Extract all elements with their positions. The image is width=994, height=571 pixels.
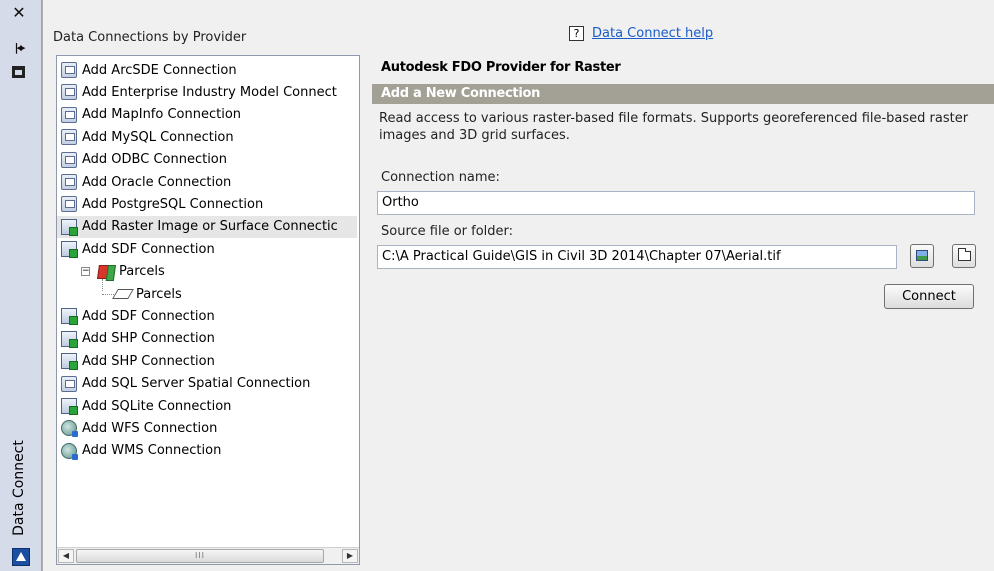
- scrollbar-thumb[interactable]: III: [76, 549, 324, 563]
- database-icon: [61, 84, 77, 101]
- tree-item[interactable]: Add SHP Connection: [57, 328, 357, 350]
- connect-button[interactable]: Connect: [884, 284, 974, 309]
- providers-heading: Data Connections by Provider: [53, 30, 247, 45]
- provider-description: Read access to various raster-based file…: [379, 111, 969, 143]
- close-icon[interactable]: ✕: [10, 4, 28, 22]
- file-icon: [61, 353, 78, 371]
- tree-item-label: Parcels: [136, 286, 182, 302]
- tree-item[interactable]: Add WFS Connection: [57, 417, 357, 439]
- collapse-icon[interactable]: −: [81, 267, 90, 277]
- scroll-left-icon[interactable]: ◀: [58, 549, 74, 563]
- globe-icon: [61, 420, 78, 438]
- database-icon: [61, 129, 77, 146]
- globe-icon: [61, 442, 78, 460]
- scroll-right-icon[interactable]: ▶: [342, 549, 358, 563]
- layer-icon: [97, 264, 115, 279]
- source-file-label: Source file or folder:: [381, 224, 514, 239]
- tree-item-label: Add SDF Connection: [82, 241, 215, 257]
- database-icon: [61, 106, 77, 123]
- tree-item-label: Add Raster Image or Surface Connectic: [82, 219, 338, 235]
- data-connect-panel: Data Connections by Provider Add ArcSDE …: [42, 0, 994, 571]
- tree-item[interactable]: Add ArcSDE Connection: [57, 59, 357, 81]
- tree-item-label: Parcels: [119, 264, 165, 280]
- tree-item-label: Add SQLite Connection: [82, 398, 232, 414]
- autodesk-logo-icon: [12, 548, 30, 566]
- tree-item[interactable]: Add MapInfo Connection: [57, 104, 357, 126]
- file-icon: [61, 308, 78, 326]
- connection-name-label: Connection name:: [381, 170, 500, 185]
- tree-connector: [102, 278, 103, 291]
- tree-item-label: Add SHP Connection: [82, 353, 215, 369]
- file-icon: [61, 398, 78, 415]
- tree-item[interactable]: Add WMS Connection: [57, 440, 357, 462]
- tree-item[interactable]: Add MySQL Connection: [57, 126, 357, 148]
- database-icon: [61, 196, 77, 213]
- database-icon: [61, 151, 77, 168]
- browse-folder-button[interactable]: [952, 244, 976, 268]
- data-connect-help-link[interactable]: Data Connect help: [592, 26, 713, 41]
- feature-class-icon: [112, 289, 134, 299]
- tree-item-label: Add WFS Connection: [82, 420, 218, 436]
- tree-item-label: Add MapInfo Connection: [82, 107, 242, 123]
- tree-item-label: Add WMS Connection: [82, 443, 222, 459]
- properties-icon[interactable]: [12, 66, 25, 78]
- tree-connector: [102, 294, 114, 295]
- tree-item-label: Add ODBC Connection: [82, 152, 227, 168]
- raster-file-icon: [61, 218, 78, 236]
- tree-item[interactable]: Add SQL Server Spatial Connection: [57, 373, 357, 395]
- tree-item-label: Add Enterprise Industry Model Connect: [82, 84, 337, 100]
- database-icon: [61, 62, 77, 78]
- tree-item-label: Add MySQL Connection: [82, 129, 234, 145]
- tree-item-label: Add SDF Connection: [82, 308, 215, 324]
- tree-item-label: Add SHP Connection: [82, 331, 215, 347]
- tree-item[interactable]: Add Enterprise Industry Model Connect: [57, 81, 357, 103]
- tree-item-label: Add ArcSDE Connection: [82, 62, 237, 78]
- connection-name-field[interactable]: Ortho: [377, 191, 975, 215]
- help-icon[interactable]: ?: [569, 26, 584, 41]
- image-file-icon: [916, 250, 928, 261]
- tree-item-label: Add PostgreSQL Connection: [82, 196, 264, 212]
- tree-item[interactable]: Add ODBC Connection: [57, 149, 357, 171]
- palette-title-bar: ✕ |◂▸ Data Connect: [0, 0, 42, 571]
- tree-item[interactable]: Add SQLite Connection: [57, 395, 357, 417]
- horizontal-scrollbar[interactable]: ◀ III ▶: [57, 547, 359, 564]
- file-icon: [61, 241, 78, 259]
- auto-hide-icon[interactable]: |◂▸: [10, 40, 28, 56]
- file-icon: [61, 330, 78, 348]
- folder-icon: [958, 248, 971, 261]
- source-file-field[interactable]: C:\A Practical Guide\GIS in Civil 3D 201…: [377, 245, 897, 269]
- palette-title: Data Connect: [11, 440, 27, 536]
- tree-item[interactable]: Add SHP Connection: [57, 350, 357, 372]
- database-icon: [61, 174, 77, 190]
- help-row: ? Data Connect help: [569, 26, 713, 41]
- tree-item-label: Add Oracle Connection: [82, 174, 232, 190]
- provider-tree[interactable]: Add ArcSDE Connection Add Enterprise Indu…: [56, 55, 360, 565]
- tree-item-label: Add SQL Server Spatial Connection: [82, 376, 311, 392]
- tree-item[interactable]: Add Raster Image or Surface Connectic: [57, 215, 357, 238]
- tree-item[interactable]: Add PostgreSQL Connection: [57, 193, 357, 215]
- tree-item[interactable]: Add SDF Connection: [57, 305, 357, 327]
- provider-title: Autodesk FDO Provider for Raster: [381, 60, 621, 75]
- section-header: Add a New Connection: [372, 84, 994, 104]
- tree-item[interactable]: Add Oracle Connection: [57, 171, 357, 193]
- database-icon: [61, 375, 77, 392]
- browse-raster-button[interactable]: [910, 244, 934, 268]
- tree-item[interactable]: Add SDF Connection: [57, 238, 357, 260]
